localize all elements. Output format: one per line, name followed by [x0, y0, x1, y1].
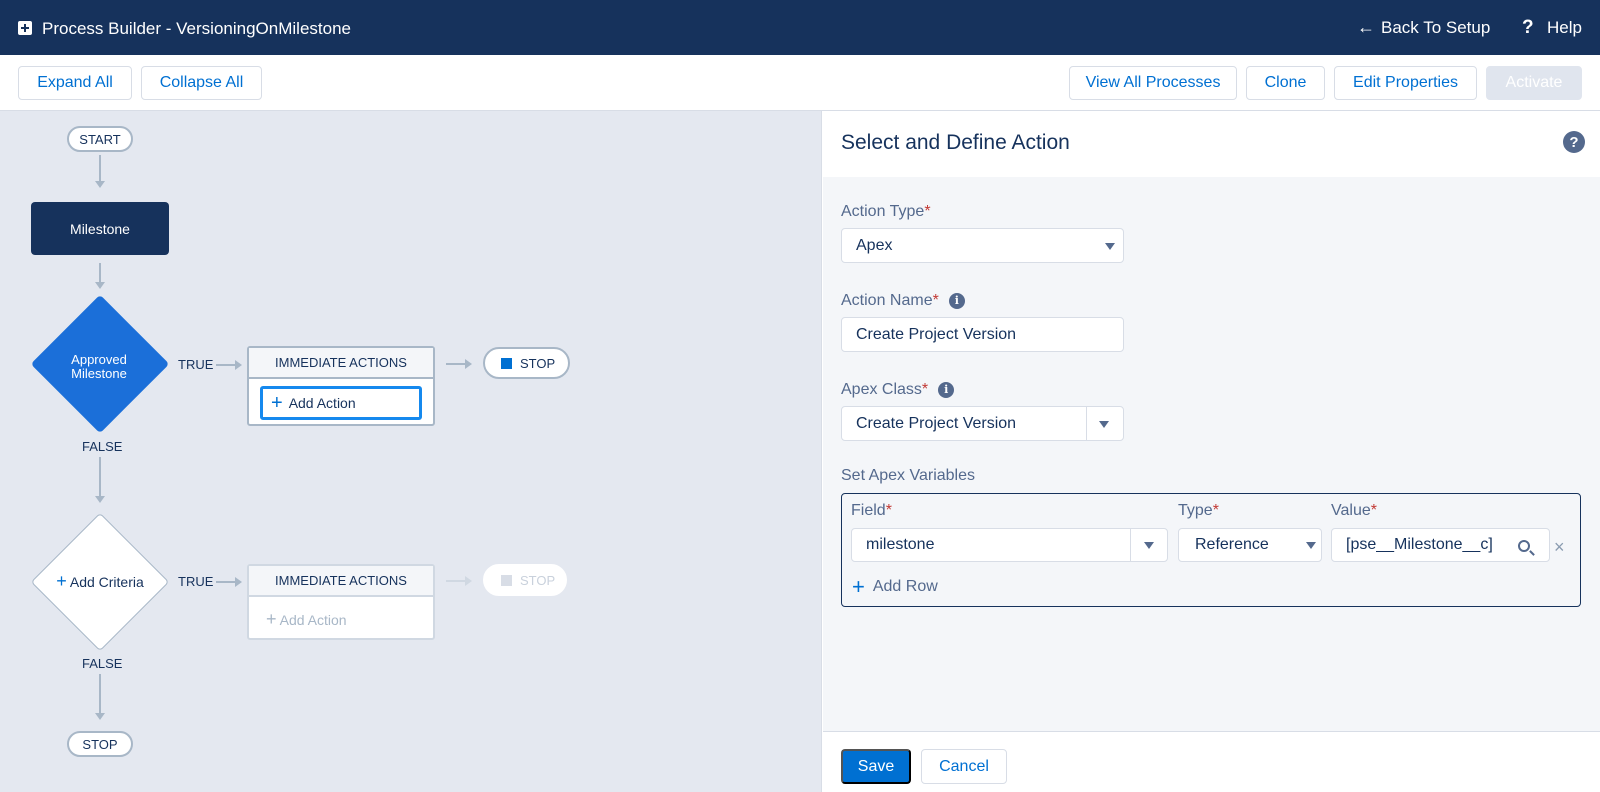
add-action-disabled: + Add Action: [266, 609, 347, 629]
false-label: FALSE: [82, 439, 123, 454]
value-column-label: Value*: [1331, 502, 1377, 519]
chevron-down-icon: [1144, 542, 1154, 549]
stop-node[interactable]: STOP: [483, 347, 570, 379]
true-label: TRUE: [178, 574, 214, 589]
help-icon[interactable]: ?: [1522, 17, 1534, 39]
stop-icon: [501, 357, 512, 369]
arrow-down-icon: [95, 282, 105, 289]
object-node[interactable]: Milestone: [31, 202, 169, 255]
criteria-label: Approved Milestone: [71, 352, 127, 381]
save-button[interactable]: Save: [841, 749, 911, 784]
connector: [99, 155, 101, 182]
arrow-right-icon: [465, 359, 472, 369]
apex-variables-group: Field* Type* Value* milestone Reference …: [841, 493, 1581, 607]
arrow-down-icon: [95, 713, 105, 720]
edit-properties-button[interactable]: Edit Properties: [1334, 66, 1477, 100]
variable-type-select[interactable]: Reference: [1178, 528, 1322, 562]
help-icon[interactable]: ?: [1563, 131, 1585, 153]
expand-all-button[interactable]: Expand All: [18, 66, 132, 100]
immediate-actions-header: IMMEDIATE ACTIONS: [249, 348, 433, 379]
back-arrow-icon[interactable]: ←: [1357, 17, 1375, 38]
chevron-down-icon: [1099, 421, 1109, 428]
true-label: TRUE: [178, 357, 214, 372]
variable-value-input[interactable]: [pse__Milestone__c]: [1331, 528, 1550, 562]
arrow-down-icon: [95, 496, 105, 503]
help-link[interactable]: Help: [1547, 18, 1582, 38]
view-all-processes-button[interactable]: View All Processes: [1069, 66, 1237, 100]
back-to-setup-link[interactable]: Back To Setup: [1381, 18, 1490, 38]
connector: [216, 581, 236, 583]
connector: [99, 674, 101, 714]
connector: [99, 457, 101, 497]
info-icon[interactable]: i: [948, 293, 965, 309]
plus-icon: +: [56, 571, 67, 591]
process-builder-icon: [18, 21, 32, 35]
arrow-right-icon: [465, 576, 472, 586]
apex-variables-label: Set Apex Variables: [841, 467, 976, 484]
action-name-label: Action Name* i: [841, 292, 965, 310]
start-node: START: [67, 126, 133, 152]
panel-header: Select and Define Action ?: [823, 111, 1600, 177]
apex-class-label: Apex Class* i: [841, 381, 955, 399]
add-row-button[interactable]: + Add Row: [852, 574, 938, 599]
immediate-actions-group: IMMEDIATE ACTIONS + Add Action: [247, 346, 435, 426]
cancel-button[interactable]: Cancel: [921, 749, 1007, 784]
stop-label: STOP: [520, 572, 556, 588]
plus-icon: +: [852, 574, 865, 599]
arrow-right-icon: [235, 577, 242, 587]
activate-button[interactable]: Activate: [1486, 66, 1582, 100]
chevron-down-icon: [1105, 243, 1115, 250]
add-criteria-label: + Add Criteria: [56, 571, 144, 591]
app-title: Process Builder - VersioningOnMilestone: [42, 19, 351, 38]
add-action-button[interactable]: + Add Action: [260, 386, 422, 420]
chevron-down-icon: [1306, 542, 1316, 549]
stop-label: STOP: [520, 355, 556, 371]
panel-title: Select and Define Action: [841, 131, 1070, 154]
false-label: FALSE: [82, 656, 123, 671]
process-canvas: START Milestone Approved Milestone TRUE …: [0, 111, 822, 792]
app-header: Process Builder - VersioningOnMilestone …: [0, 0, 1600, 55]
collapse-all-button[interactable]: Collapse All: [141, 66, 262, 100]
action-name-input[interactable]: Create Project Version: [841, 317, 1124, 352]
immediate-actions-group-disabled: IMMEDIATE ACTIONS + Add Action: [247, 564, 435, 640]
info-icon[interactable]: i: [938, 382, 955, 398]
apex-class-combobox[interactable]: Create Project Version: [841, 406, 1124, 441]
action-type-select[interactable]: Apex: [841, 228, 1124, 263]
action-type-label: Action Type*: [841, 203, 931, 220]
stop-node-disabled: STOP: [483, 564, 567, 596]
immediate-actions-header: IMMEDIATE ACTIONS: [249, 566, 433, 597]
add-action-label: Add Action: [288, 395, 356, 411]
plus-icon: +: [271, 392, 283, 414]
connector: [216, 364, 236, 366]
arrow-down-icon: [95, 181, 105, 188]
remove-row-icon[interactable]: ×: [1554, 537, 1565, 558]
toolbar: Expand All Collapse All View All Process…: [0, 55, 1600, 111]
connector: [99, 263, 101, 283]
action-panel: Select and Define Action ? Action Type* …: [823, 111, 1600, 792]
clone-button[interactable]: Clone: [1246, 66, 1325, 100]
arrow-right-icon: [235, 360, 242, 370]
field-column-label: Field*: [851, 502, 892, 519]
plus-icon: +: [266, 609, 277, 629]
connector: [446, 580, 466, 582]
panel-footer: Save Cancel: [823, 731, 1600, 792]
stop-icon: [501, 574, 512, 586]
type-column-label: Type*: [1178, 502, 1219, 519]
variable-field-combobox[interactable]: milestone: [851, 528, 1168, 562]
end-stop-node: STOP: [67, 731, 133, 757]
connector: [446, 363, 466, 365]
search-icon[interactable]: [1518, 540, 1530, 552]
